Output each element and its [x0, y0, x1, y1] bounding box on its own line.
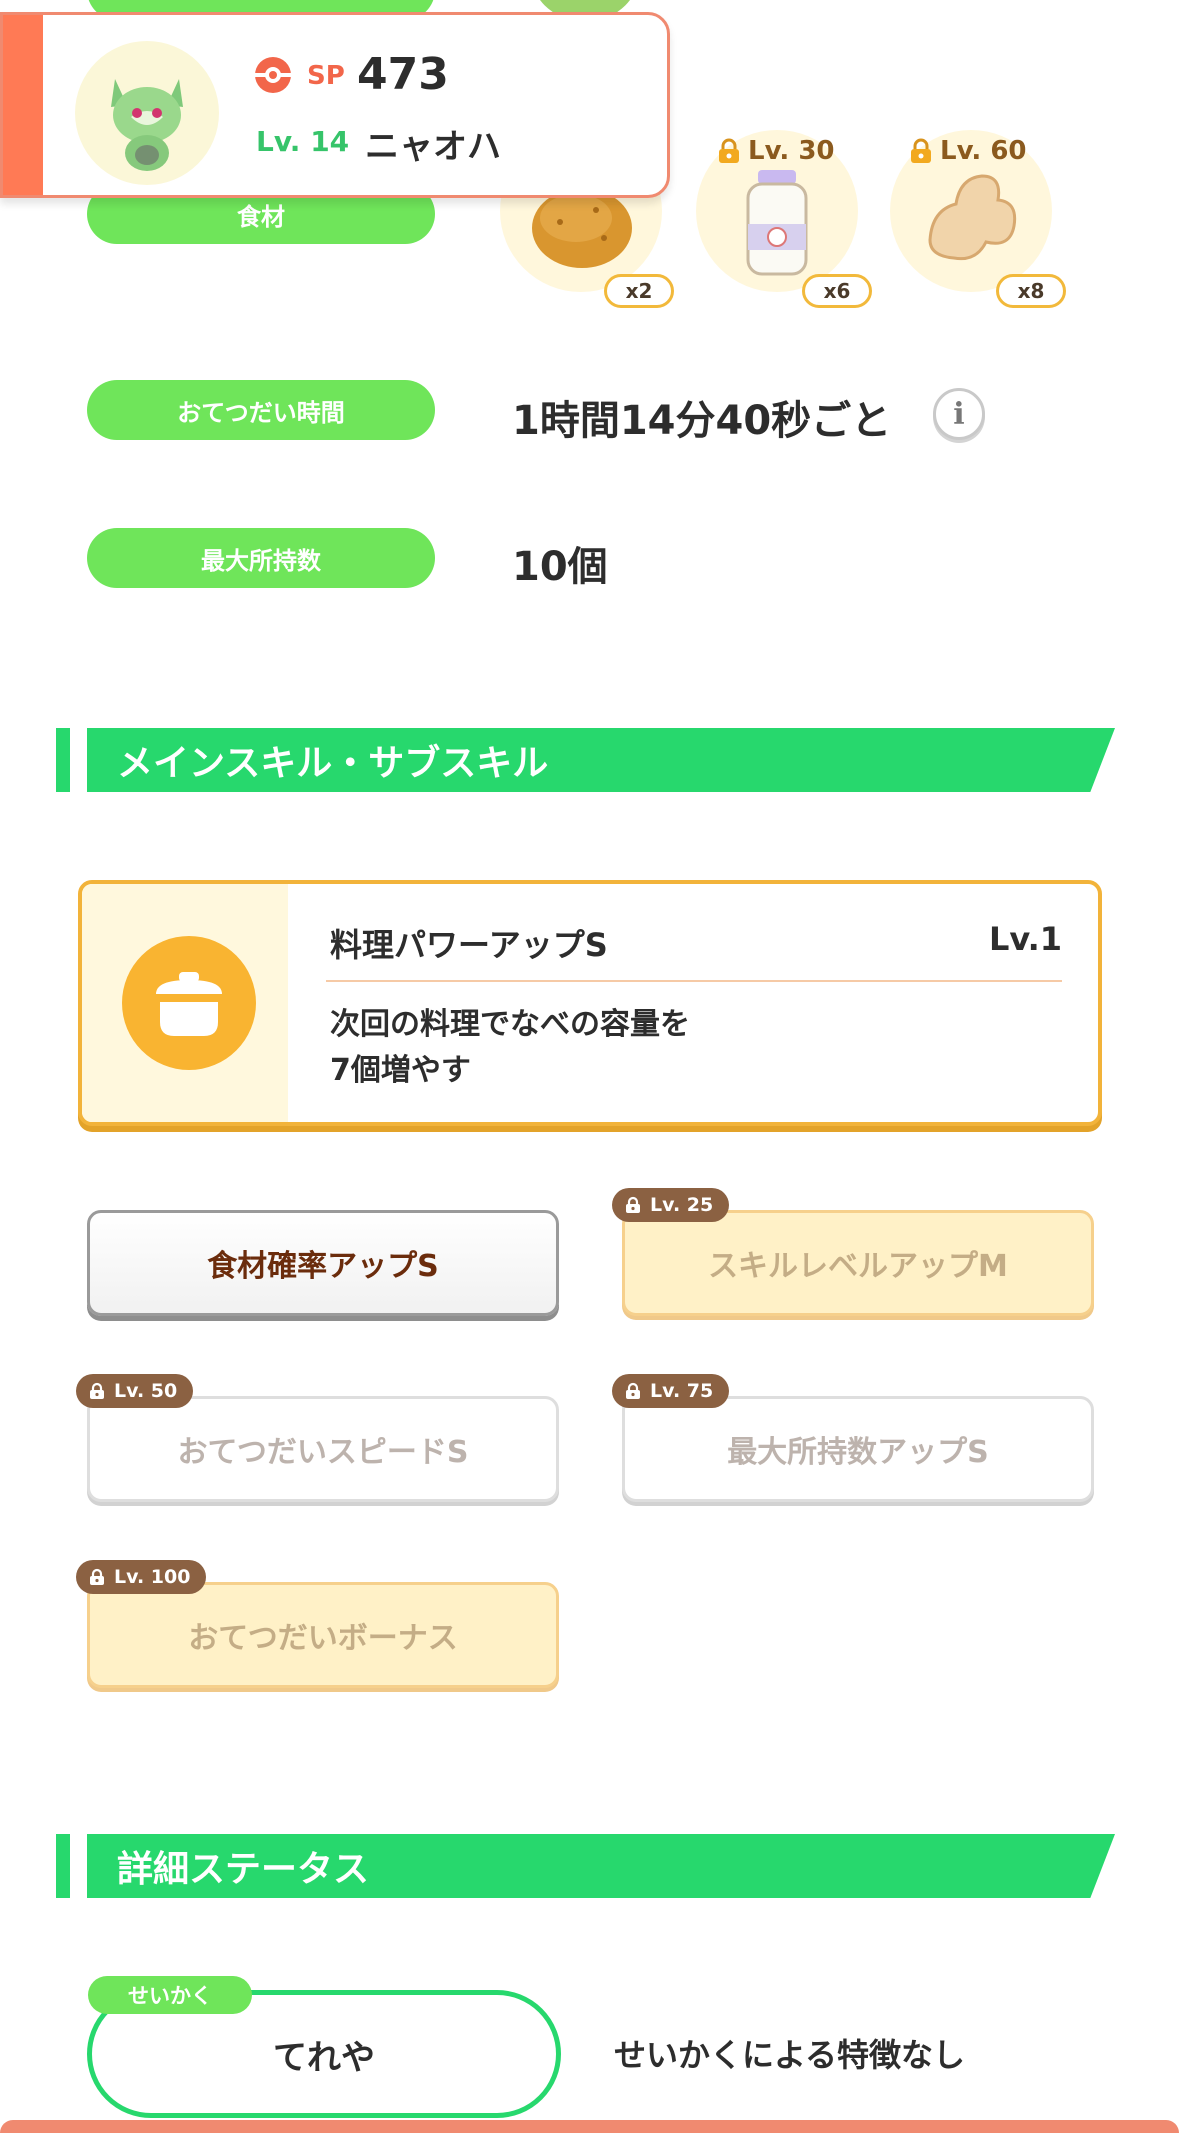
sub-skill-5[interactable]: おてつだいボーナス [87, 1582, 559, 1688]
sub-skill-3-lock-tag: Lv. 50 [76, 1374, 194, 1408]
skills-section-title: メインスキル・サブスキル [87, 728, 1115, 792]
ingredient-2-qty: x6 [802, 274, 872, 308]
ingredient-3-lock: Lv. 60 [908, 136, 1027, 166]
nature-effect: せいかくによる特徴なし [614, 2036, 966, 2074]
help-time-value: 1時間14分40秒ごと [512, 398, 892, 444]
main-skill-desc-line1: 次回の料理でなべの容量を [330, 1007, 690, 1042]
main-skill-name: 料理パワーアップS [330, 926, 608, 964]
main-skill-icon-area [82, 884, 288, 1122]
sp-value: 473 [357, 49, 449, 100]
sub-skill-3[interactable]: おてつだいスピードS [87, 1396, 559, 1502]
max-carry-value: 10個 [512, 544, 608, 590]
sub-skill-2-lock-tag: Lv. 25 [612, 1188, 730, 1222]
divider [326, 980, 1062, 982]
sub-skill-2[interactable]: スキルレベルアップM [622, 1210, 1094, 1316]
nature-tag: せいかく [88, 1976, 252, 2014]
sub-skill-3-unlock-level: Lv. 50 [114, 1380, 178, 1402]
pokemon-avatar [75, 41, 219, 185]
lock-icon [624, 1382, 642, 1400]
ingredient-3-qty: x8 [996, 274, 1066, 308]
main-skill-level: Lv.1 [988, 920, 1062, 958]
pokemon-level: Lv. 14 [256, 125, 350, 158]
help-time-label: おてつだい時間 [87, 380, 435, 440]
info-icon[interactable]: i [933, 388, 985, 440]
sub-skill-4-lock-tag: Lv. 75 [612, 1374, 730, 1408]
details-section-title: 詳細ステータス [87, 1834, 1115, 1898]
sub-skill-4-unlock-level: Lv. 75 [650, 1380, 714, 1402]
sub-skill-5-unlock-level: Lv. 100 [114, 1566, 191, 1588]
main-skill-desc-line2: 7個増やす [330, 1053, 471, 1088]
ingredient-2-lock: Lv. 30 [716, 136, 835, 166]
main-skill-description: 次回の料理でなべの容量を 7個増やす [330, 1002, 850, 1094]
main-skill-card[interactable]: 料理パワーアップS Lv.1 次回の料理でなべの容量を 7個増やす [78, 880, 1102, 1126]
lock-icon [716, 138, 742, 164]
pot-icon [122, 936, 256, 1070]
sp-label: SP [307, 61, 345, 91]
sub-skill-5-lock-tag: Lv. 100 [76, 1560, 207, 1594]
ingredient-2-unlock-level: Lv. 30 [748, 136, 835, 166]
pokemon-header-card: SP 473 Lv. 14 ニャオハ [0, 12, 670, 198]
section-marker [56, 728, 70, 792]
lock-icon [908, 138, 934, 164]
ingredient-3-unlock-level: Lv. 60 [940, 136, 1027, 166]
lock-icon [624, 1196, 642, 1214]
sub-skill-4[interactable]: 最大所持数アップS [622, 1396, 1094, 1502]
section-marker [56, 1834, 70, 1898]
pokeball-icon [255, 57, 291, 93]
sprigatito-icon [111, 79, 183, 171]
pokemon-name: ニャオハ [365, 127, 501, 167]
lock-icon [88, 1568, 106, 1586]
max-carry-label: 最大所持数 [87, 528, 435, 588]
ingredient-1-qty: x2 [604, 274, 674, 308]
bottom-panel-edge [0, 2120, 1179, 2133]
sub-skill-1[interactable]: 食材確率アップS [87, 1210, 559, 1316]
sub-skill-2-unlock-level: Lv. 25 [650, 1194, 714, 1216]
lock-icon [88, 1382, 106, 1400]
header-accent-stripe [3, 15, 43, 195]
